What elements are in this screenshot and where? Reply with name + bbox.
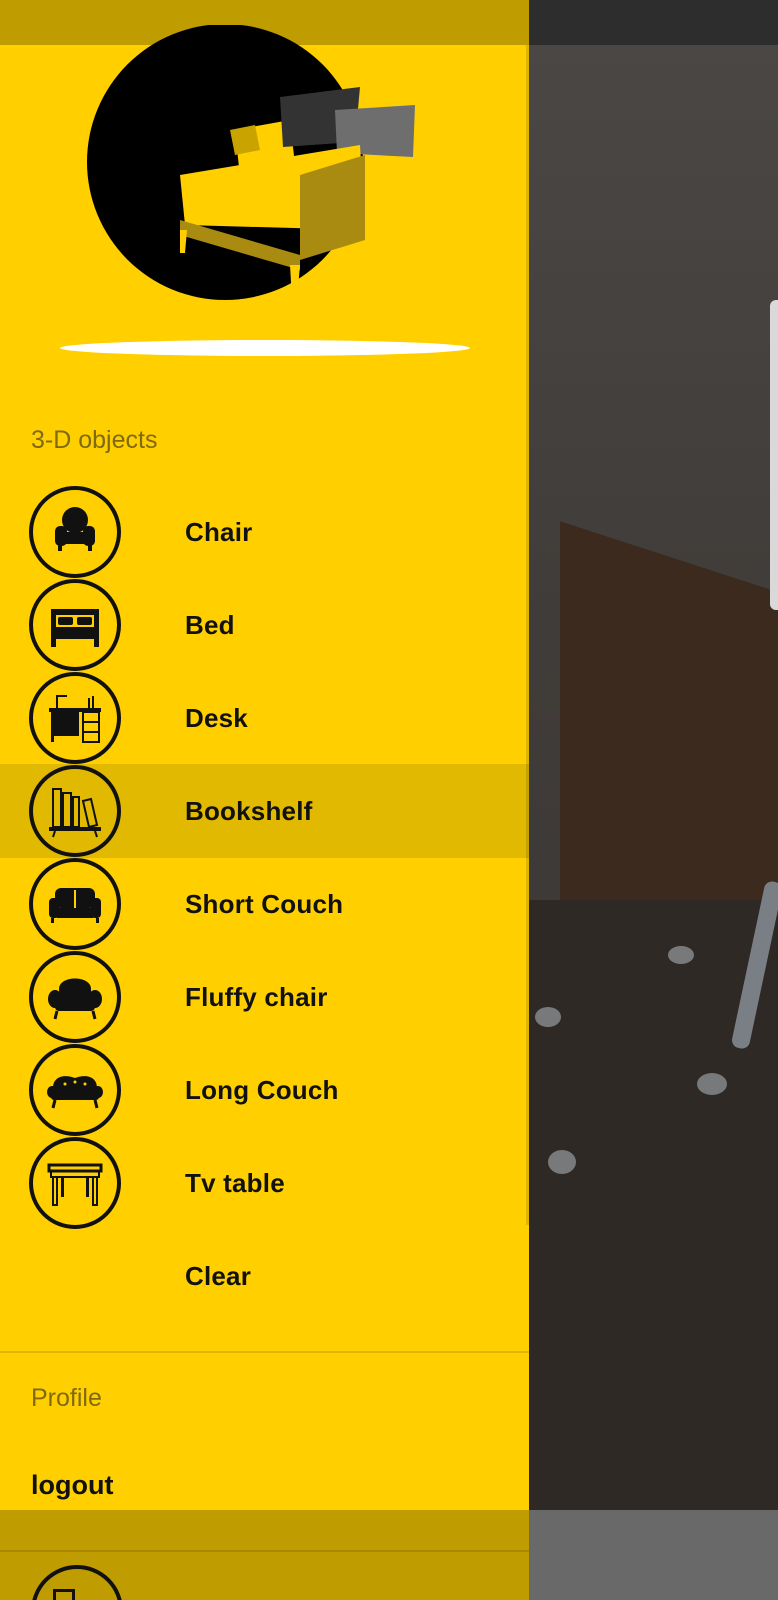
short-couch-icon <box>29 858 121 950</box>
logout-button[interactable]: logout <box>31 1470 113 1501</box>
menu-item-label: Tv table <box>185 1168 285 1198</box>
bottom-divider <box>0 1550 529 1552</box>
menu-item-label: Short Couch <box>185 889 344 919</box>
drawer-edge-shadow <box>526 45 529 1225</box>
section-header-profile: Profile <box>31 1384 102 1412</box>
menu-item-fluffy-chair[interactable]: Fluffy chair <box>0 950 529 1044</box>
menu-item-long-couch[interactable]: Long Couch <box>0 1043 529 1137</box>
menu-item-label: Long Couch <box>185 1075 339 1105</box>
menu-item-chair[interactable]: Chair <box>0 485 529 579</box>
menu-item-desk[interactable]: Desk <box>0 671 529 765</box>
long-couch-icon <box>29 1044 121 1136</box>
bed-icon <box>29 579 121 671</box>
menu-item-label: Bookshelf <box>185 796 313 826</box>
menu-item-clear[interactable]: Clear <box>0 1229 529 1323</box>
menu-item-bookshelf[interactable]: Bookshelf <box>0 764 529 858</box>
desk-icon <box>29 672 121 764</box>
menu-item-label: Bed <box>185 610 235 640</box>
armchair-icon <box>29 486 121 578</box>
section-divider <box>0 1351 529 1353</box>
logo-shadow <box>60 340 470 356</box>
plane-dot <box>548 1150 576 1174</box>
plane-dot <box>535 1007 561 1027</box>
menu-item-bed[interactable]: Bed <box>0 578 529 672</box>
menu-item-label: Chair <box>185 517 253 547</box>
floor-shadow <box>529 900 778 1510</box>
menu-item-label: Fluffy chair <box>185 982 328 1012</box>
section-header-3d-objects: 3-D objects <box>31 426 158 454</box>
plane-dot <box>697 1073 727 1095</box>
menu-item-short-couch[interactable]: Short Couch <box>0 857 529 951</box>
side-handle[interactable] <box>770 300 778 610</box>
tv-table-icon <box>29 1137 121 1229</box>
fluffy-chair-icon <box>29 951 121 1043</box>
clear-label: Clear <box>185 1261 252 1291</box>
armchair-logo <box>85 24 445 365</box>
menu-item-tv-table[interactable]: Tv table <box>0 1136 529 1230</box>
plane-dot <box>668 946 694 964</box>
menu-item-label: Desk <box>185 703 248 733</box>
navigation-drawer: 3-D objects Chair Bed Desk Bookshelf Sho… <box>0 0 529 1600</box>
bookshelf-icon <box>29 765 121 857</box>
